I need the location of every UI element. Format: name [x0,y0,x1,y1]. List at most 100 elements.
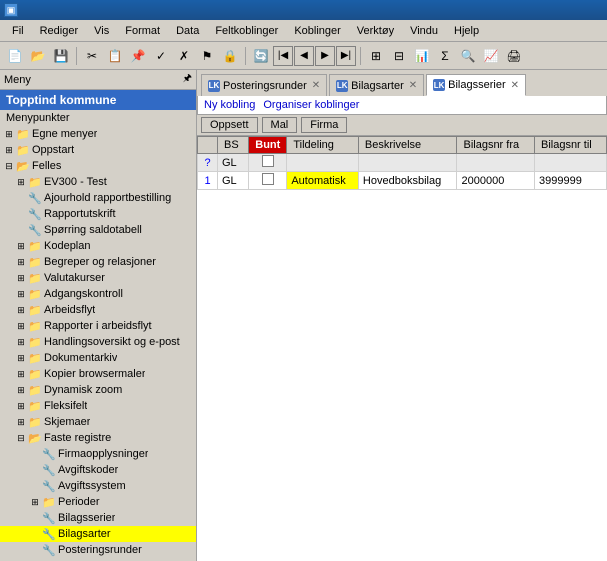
cell-bunt-checkbox[interactable] [249,154,287,172]
table-row: 1 GL Automatisk Hovedboksbilag 2000000 3… [198,172,607,190]
mal-btn[interactable]: Mal [262,117,298,133]
toolbar-misc4-btn[interactable]: Σ [434,45,456,67]
spacer [14,207,28,221]
sidebar-item-handlingsoversikt[interactable]: ⊞ 📁 Handlingsoversikt og e-post [0,334,196,350]
toolbar-flag-btn[interactable]: ⚑ [196,45,218,67]
action-bar: Ny kobling Organiser koblinger [197,96,607,115]
toolbar-new-btn[interactable]: 📄 [4,45,26,67]
menu-data[interactable]: Data [168,23,207,39]
toolbar-check-btn[interactable]: ✓ [150,45,172,67]
sidebar-item-perioder[interactable]: ⊞ 📁 Perioder [0,494,196,510]
wrench-icon: 🔧 [42,447,56,461]
sidebar-item-ev300[interactable]: ⊞ 📁 EV300 - Test [0,174,196,190]
toolbar-misc6-btn[interactable]: 📈 [480,45,502,67]
cell-bunt-checkbox[interactable] [249,172,287,190]
sidebar-item-bilagsserier[interactable]: 🔧 Bilagsserier [0,510,196,526]
toolbar-misc7-btn[interactable]: 🖨 [503,45,525,67]
sidebar-item-avgiftssystem[interactable]: 🔧 Avgiftssystem [0,478,196,494]
col-til: Bilagsnr til [534,137,606,154]
toolbar-misc5-btn[interactable]: 🔍 [457,45,479,67]
cell-til[interactable]: 3999999 [534,172,606,190]
sidebar-item-rapporter-arbeidsflyt[interactable]: ⊞ 📁 Rapporter i arbeidsflyt [0,318,196,334]
toolbar-first-btn[interactable]: |◀ [273,46,293,66]
toolbar-cut-btn[interactable]: ✂ [81,45,103,67]
organiser-koblinger-link[interactable]: Organiser koblinger [263,99,359,111]
toolbar-refresh-btn[interactable]: 🔄 [250,45,272,67]
toolbar-misc2-btn[interactable]: ⊟ [388,45,410,67]
tab-label-bilagsserier: Bilagsserier [448,79,505,91]
menu-fil[interactable]: Fil [4,23,32,39]
tab-posteringsrunder[interactable]: LK Posteringsrunder ✕ [201,74,327,96]
toolbar-lock-btn[interactable]: 🔒 [219,45,241,67]
toolbar-misc3-btn[interactable]: 📊 [411,45,433,67]
tree-label: Dynamisk zoom [44,384,122,396]
main-layout: Meny 🖈 Topptind kommune Menypunkter ⊞ 📁 … [0,70,607,561]
menu-verktoy[interactable]: Verktøy [349,23,402,39]
sidebar-item-rapportutskrift[interactable]: 🔧 Rapportutskrift [0,206,196,222]
sidebar-item-adgangskontroll[interactable]: ⊞ 📁 Adgangskontroll [0,286,196,302]
menu-format[interactable]: Format [117,23,168,39]
toolbar-next-btn[interactable]: ▶ [315,46,335,66]
folder-icon: 📁 [28,287,42,301]
table-row: ? GL [198,154,607,172]
tab-close-bilagsarter[interactable]: ✕ [409,80,417,91]
cell-beskrivelse[interactable] [358,154,457,172]
menu-vindu[interactable]: Vindu [402,23,446,39]
menu-feltkoblinger[interactable]: Feltkoblinger [207,23,286,39]
toolbar-cancel-btn[interactable]: ✗ [173,45,195,67]
tab-bilagsserier[interactable]: LK Bilagsserier ✕ [426,74,526,96]
expand-icon: ⊞ [14,415,28,429]
firma-btn[interactable]: Firma [301,117,347,133]
toolbar-paste-btn[interactable]: 📌 [127,45,149,67]
sidebar-item-avgiftskoder[interactable]: 🔧 Avgiftskoder [0,462,196,478]
sidebar-pin-btn[interactable]: 🖈 [183,71,192,88]
folder-icon: 📁 [28,335,42,349]
sidebar-item-kodeplan[interactable]: ⊞ 📁 Kodeplan [0,238,196,254]
checkbox[interactable] [262,155,274,167]
sidebar-item-dokumentarkiv[interactable]: ⊞ 📁 Dokumentarkiv [0,350,196,366]
sidebar-item-skjemaer[interactable]: ⊞ 📁 Skjemaer [0,414,196,430]
toolbar-misc1-btn[interactable]: ⊞ [365,45,387,67]
sidebar-item-valutakurser[interactable]: ⊞ 📁 Valutakurser [0,270,196,286]
toolbar-open-btn[interactable]: 📂 [27,45,49,67]
cell-fra[interactable] [457,154,535,172]
cell-bs[interactable]: GL [218,154,249,172]
sidebar-item-oppstart[interactable]: ⊞ 📁 Oppstart [0,142,196,158]
tab-close-bilagsserier[interactable]: ✕ [511,80,519,91]
sidebar-item-kopier-browsermaler[interactable]: ⊞ 📁 Kopier browsermaler [0,366,196,382]
sidebar-item-bilagsarter[interactable]: 🔧 Bilagsarter [0,526,196,542]
sidebar-item-posteringsrunder[interactable]: 🔧 Posteringsrunder [0,542,196,558]
folder-icon: 📁 [28,303,42,317]
sidebar-item-fleksifelt[interactable]: ⊞ 📁 Fleksifelt [0,398,196,414]
menu-vis[interactable]: Vis [86,23,117,39]
oppsett-btn[interactable]: Oppsett [201,117,258,133]
sidebar-item-egne-menyer[interactable]: ⊞ 📁 Egne menyer [0,126,196,142]
tab-close-posteringsrunder[interactable]: ✕ [312,80,320,91]
sidebar-item-ajourhold[interactable]: 🔧 Ajourhold rapportbestilling [0,190,196,206]
ny-kobling-link[interactable]: Ny kobling [204,99,255,111]
toolbar-save-btn[interactable]: 💾 [50,45,72,67]
cell-til[interactable] [534,154,606,172]
sidebar-item-firmaopplysninger[interactable]: 🔧 Firmaopplysninger [0,446,196,462]
tree-label: Bilagsserier [58,512,115,524]
menu-hjelp[interactable]: Hjelp [446,23,487,39]
tree-label: Ajourhold rapportbestilling [44,192,171,204]
tab-bilagsarter[interactable]: LK Bilagsarter ✕ [329,74,424,96]
sidebar-item-sporing[interactable]: 🔧 Spørring saldotabell [0,222,196,238]
sidebar-item-arbeidsflyt[interactable]: ⊞ 📁 Arbeidsflyt [0,302,196,318]
sidebar-item-faste-registre[interactable]: ⊟ 📂 Faste registre [0,430,196,446]
cell-beskrivelse[interactable]: Hovedboksbilag [358,172,457,190]
menu-koblinger[interactable]: Koblinger [286,23,348,39]
cell-bs[interactable]: GL [218,172,249,190]
cell-tildeling[interactable]: Automatisk [287,172,359,190]
sidebar-item-felles[interactable]: ⊟ 📂 Felles [0,158,196,174]
cell-fra[interactable]: 2000000 [457,172,535,190]
sidebar-item-dynamisk-zoom[interactable]: ⊞ 📁 Dynamisk zoom [0,382,196,398]
menu-rediger[interactable]: Rediger [32,23,87,39]
cell-tildeling[interactable] [287,154,359,172]
toolbar-prev-btn[interactable]: ◀ [294,46,314,66]
checkbox[interactable] [262,173,274,185]
sidebar-item-begreper[interactable]: ⊞ 📁 Begreper og relasjoner [0,254,196,270]
toolbar-last-btn[interactable]: ▶| [336,46,356,66]
toolbar-copy-btn[interactable]: 📋 [104,45,126,67]
